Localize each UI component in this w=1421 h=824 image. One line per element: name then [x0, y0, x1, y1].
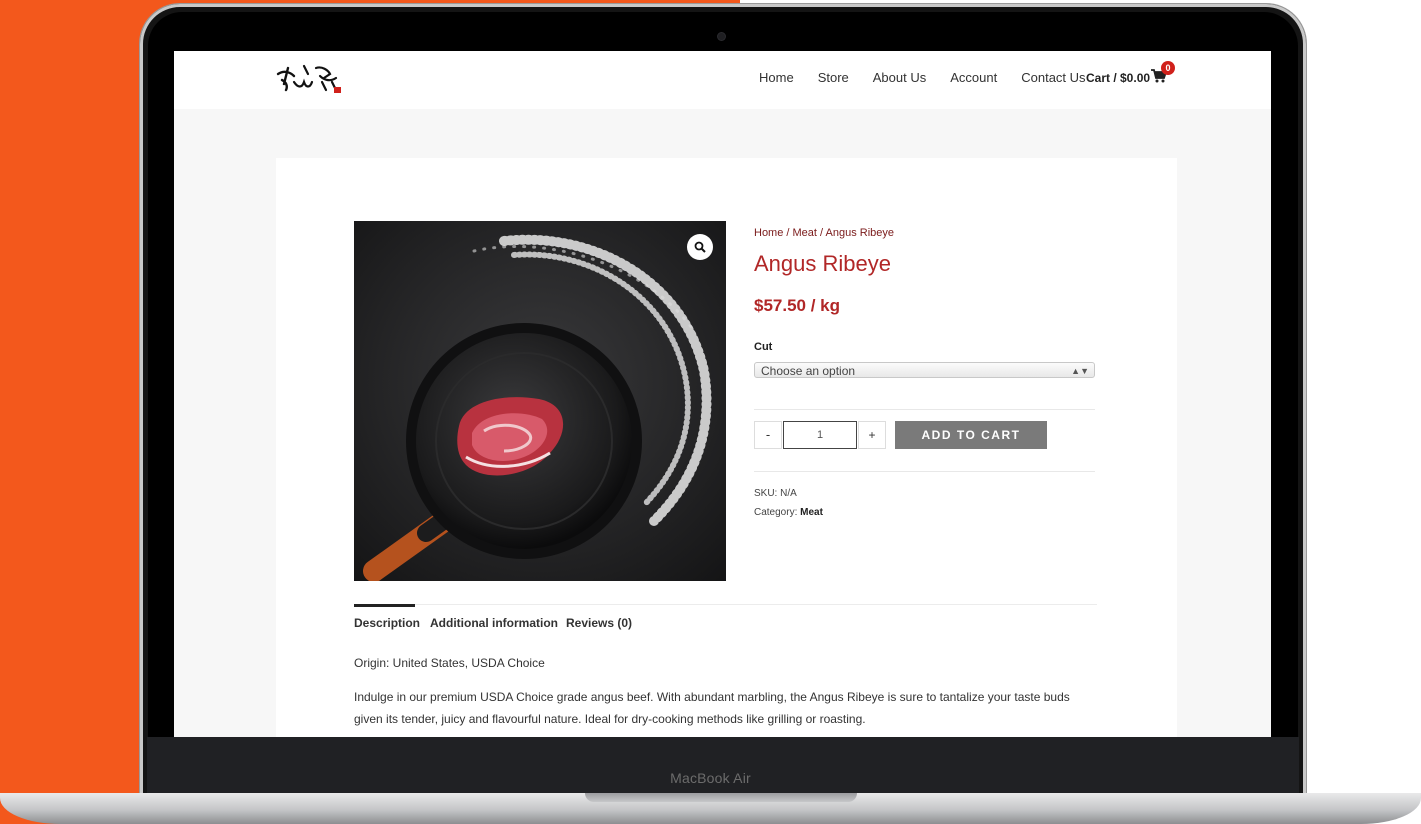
webcam-icon: [718, 33, 725, 40]
select-arrows-icon: ▲▼: [1071, 366, 1089, 376]
category-link[interactable]: Meat: [800, 507, 823, 518]
breadcrumb[interactable]: Home / Meat / Angus Ribeye: [754, 227, 894, 239]
laptop-notch: [585, 793, 857, 802]
bull-logo-icon[interactable]: [274, 60, 346, 96]
category-label: Category:: [754, 507, 798, 518]
cart-count-badge: 0: [1161, 61, 1175, 75]
site-header: Home Store About Us Account Contact Us C…: [174, 51, 1271, 109]
divider: [754, 409, 1095, 410]
tab-reviews[interactable]: Reviews (0): [566, 616, 632, 630]
nav-account[interactable]: Account: [950, 70, 997, 85]
cut-select-value: Choose an option: [761, 364, 856, 378]
tab-additional-information[interactable]: Additional information: [430, 616, 558, 630]
nav-about-us[interactable]: About Us: [873, 70, 926, 85]
description-origin: Origin: United States, USDA Choice: [354, 656, 545, 670]
product-image-ribeye[interactable]: [354, 221, 726, 581]
nav-store[interactable]: Store: [818, 70, 849, 85]
sku-value: N/A: [780, 488, 797, 499]
browser-screen: Home Store About Us Account Contact Us C…: [174, 51, 1271, 737]
nav-contact-us[interactable]: Contact Us: [1021, 70, 1085, 85]
nav-home[interactable]: Home: [759, 70, 794, 85]
zoom-button[interactable]: [687, 234, 713, 260]
divider: [754, 471, 1095, 472]
quantity-increment-button[interactable]: +: [858, 421, 886, 449]
tab-description[interactable]: Description: [354, 616, 420, 630]
cut-label: Cut: [754, 341, 773, 353]
description-body: Indulge in our premium USDA Choice grade…: [354, 690, 1070, 726]
device-label: MacBook Air: [670, 770, 751, 786]
active-tab-indicator: [354, 604, 415, 607]
magnifier-icon: [694, 241, 706, 253]
main-nav: Home Store About Us Account Contact Us: [759, 70, 1110, 85]
product-title: Angus Ribeye: [754, 251, 891, 276]
quantity-input[interactable]: 1: [783, 421, 857, 449]
add-to-cart-button[interactable]: ADD TO CART: [895, 421, 1047, 449]
category-meta: Category: Meat: [754, 507, 823, 518]
sku-label: SKU:: [754, 488, 778, 499]
cart-link[interactable]: Cart / $0.00: [1086, 71, 1150, 85]
product-container: Home / Meat / Angus Ribeye Angus Ribeye …: [276, 158, 1177, 737]
quantity-decrement-button[interactable]: -: [754, 421, 782, 449]
tabs-divider: [354, 604, 1097, 605]
product-price: $57.50 / kg: [754, 296, 841, 315]
sku-meta: SKU: N/A: [754, 488, 797, 499]
cut-select[interactable]: Choose an option ▲▼: [754, 362, 1095, 378]
